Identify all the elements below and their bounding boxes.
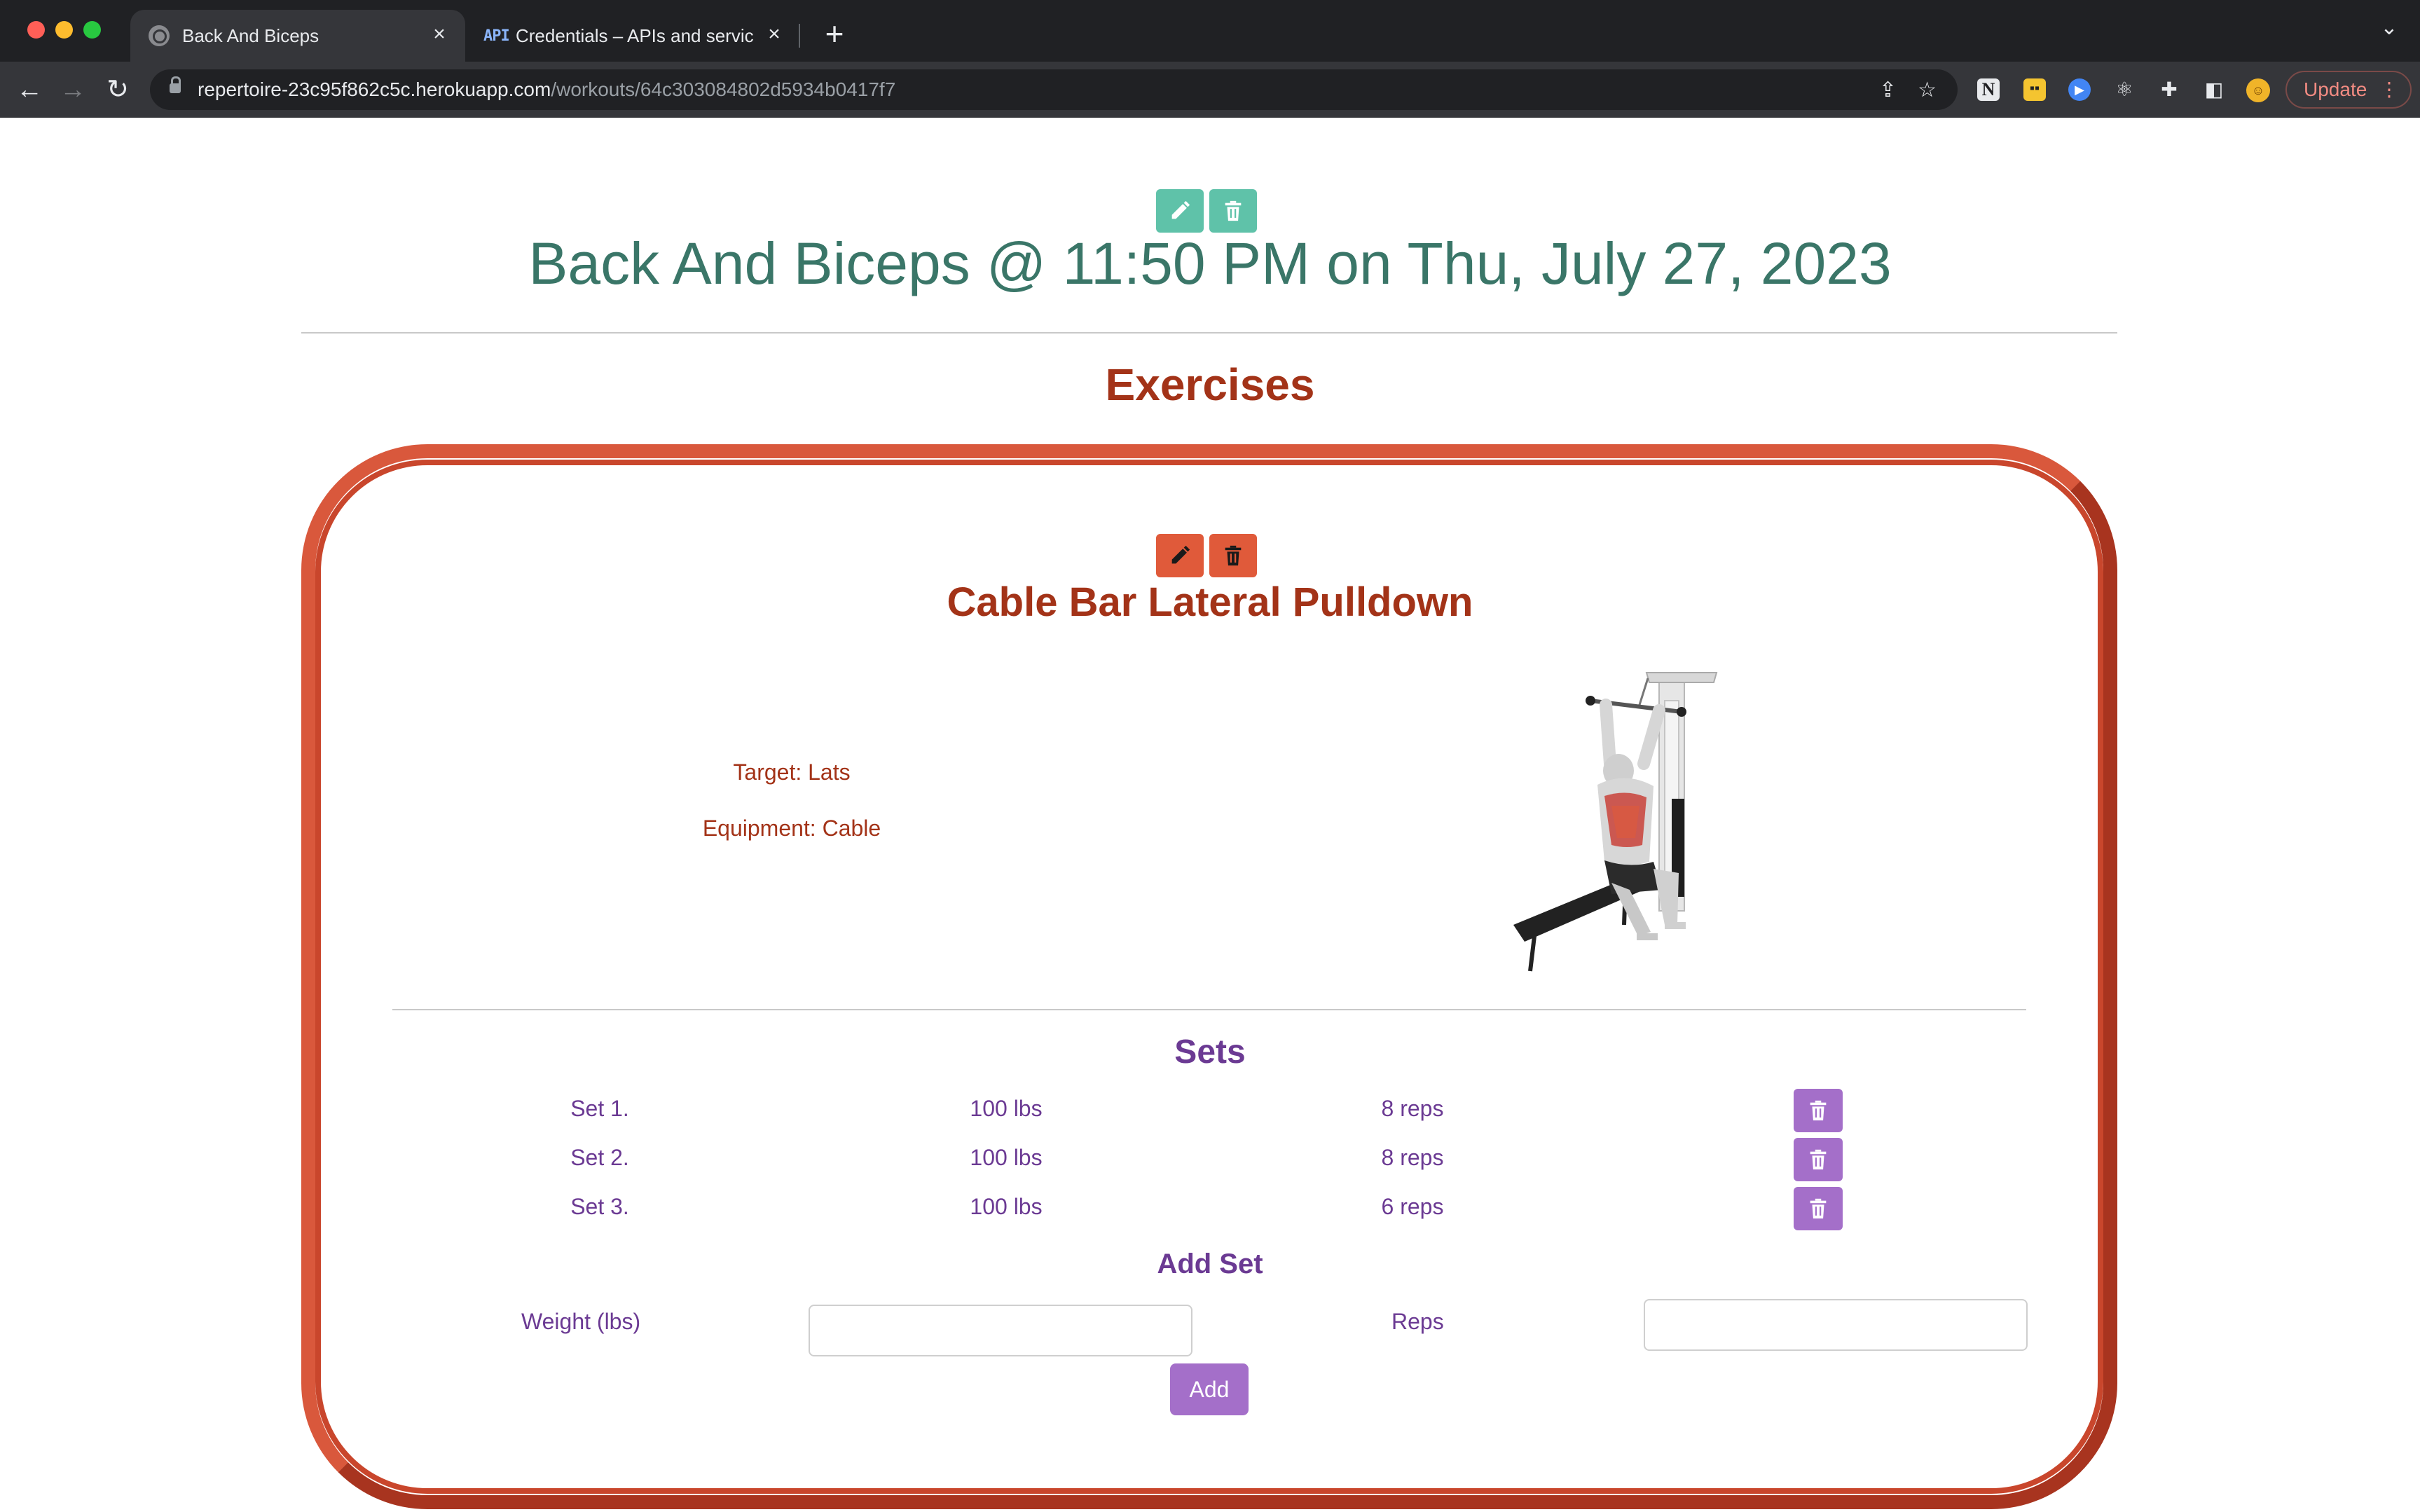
edit-workout-button[interactable] [1156, 189, 1204, 233]
window-zoom-button[interactable] [83, 21, 101, 39]
api-favicon-icon: API [483, 27, 510, 45]
delete-set-button[interactable] [1794, 1089, 1843, 1132]
tab-close-icon[interactable]: × [762, 22, 786, 46]
tab-title: Credentials – APIs and services [516, 25, 754, 46]
delete-workout-button[interactable] [1209, 189, 1257, 233]
lock-icon[interactable] [170, 76, 181, 93]
extensions-puzzle-icon[interactable]: ✚ [2155, 76, 2183, 104]
trash-icon [1810, 1149, 1827, 1170]
tab-title: Back And Biceps [182, 25, 319, 46]
reps-input[interactable] [1644, 1299, 2028, 1351]
pencil-icon [1171, 545, 1190, 564]
add-set-heading: Add Set [1157, 1249, 1263, 1279]
exercise-illustration [1513, 672, 1718, 972]
workout-title: Back And Biceps @ 11:50 PM on Thu, July … [528, 231, 1892, 296]
exercise-target: Target: Lats [733, 760, 851, 785]
browser-toolbar: ← → ↻ repertoire-23c95f862c5c.herokuapp.… [0, 62, 2420, 118]
blue-extension-icon[interactable]: ▶ [2068, 78, 2091, 101]
yellow-extension-icon[interactable]: ▪▪ [2023, 78, 2046, 101]
trash-icon [1810, 1198, 1827, 1219]
exercise-divider [392, 1009, 2026, 1010]
notion-extension-icon[interactable]: N [1977, 78, 2000, 101]
more-menu-icon[interactable]: ⋮ [2379, 72, 2399, 107]
reps-label: Reps [1391, 1309, 1444, 1334]
set-reps: 8 reps [1381, 1096, 1444, 1121]
react-devtools-icon[interactable]: ⚛ [2110, 76, 2138, 104]
update-button[interactable]: Update ⋮ [2285, 71, 2412, 109]
sets-heading: Sets [1174, 1033, 1246, 1071]
tab-close-icon[interactable]: × [427, 22, 451, 46]
new-tab-button[interactable]: + [817, 14, 852, 53]
set-name: Set 1. [570, 1096, 629, 1121]
browser-tab-bar: Back And Biceps × API Credentials – APIs… [0, 0, 2420, 62]
set-weight: 100 lbs [970, 1194, 1043, 1219]
set-row: Set 2. 100 lbs 8 reps [0, 1138, 2420, 1181]
set-weight: 100 lbs [970, 1096, 1043, 1121]
delete-exercise-button[interactable] [1209, 534, 1257, 577]
set-name: Set 3. [570, 1194, 629, 1219]
side-panel-icon[interactable]: ◧ [2200, 76, 2228, 104]
set-weight: 100 lbs [970, 1145, 1043, 1170]
bookmark-star-icon[interactable]: ☆ [1918, 78, 1937, 102]
globe-icon [149, 25, 170, 46]
exercises-heading: Exercises [1105, 359, 1315, 410]
trash-icon [1810, 1100, 1827, 1121]
tab-divider [799, 24, 800, 48]
tab-search-chevron-icon[interactable]: ⌄ [2375, 15, 2403, 40]
forward-arrow-icon[interactable]: → [55, 71, 91, 108]
pencil-icon [1171, 200, 1190, 219]
address-bar[interactable]: repertoire-23c95f862c5c.herokuapp.com/wo… [150, 69, 1958, 110]
exercise-equipment: Equipment: Cable [702, 816, 881, 841]
set-reps: 8 reps [1381, 1145, 1444, 1170]
edit-exercise-button[interactable] [1156, 534, 1204, 577]
weight-label: Weight (lbs) [521, 1309, 641, 1334]
exercise-name: Cable Bar Lateral Pulldown [947, 579, 1473, 625]
weight-input[interactable] [809, 1305, 1192, 1356]
url-host: repertoire-23c95f862c5c.herokuapp.com [198, 78, 551, 100]
set-reps: 6 reps [1381, 1194, 1444, 1219]
back-arrow-icon[interactable]: ← [11, 71, 48, 108]
tab-back-and-biceps[interactable]: Back And Biceps × [130, 10, 465, 62]
url-path: /workouts/64c303084802d5934b0417f7 [551, 78, 896, 100]
add-set-button[interactable]: Add [1170, 1363, 1249, 1415]
share-icon[interactable]: ⇪ [1879, 78, 1897, 102]
delete-set-button[interactable] [1794, 1138, 1843, 1181]
set-row: Set 1. 100 lbs 8 reps [0, 1089, 2420, 1132]
delete-set-button[interactable] [1794, 1187, 1843, 1230]
window-close-button[interactable] [27, 21, 45, 39]
url-text[interactable]: repertoire-23c95f862c5c.herokuapp.com/wo… [198, 78, 895, 101]
reload-icon[interactable]: ↻ [99, 71, 136, 108]
divider [301, 332, 2117, 334]
update-label: Update [2304, 78, 2367, 100]
trash-icon [1225, 545, 1242, 566]
set-name: Set 2. [570, 1145, 629, 1170]
window-minimize-button[interactable] [55, 21, 73, 39]
trash-icon [1225, 200, 1242, 221]
set-row: Set 3. 100 lbs 6 reps [0, 1187, 2420, 1230]
profile-avatar[interactable]: ☺ [2246, 78, 2270, 102]
tab-credentials[interactable]: API Credentials – APIs and services × [465, 10, 800, 62]
